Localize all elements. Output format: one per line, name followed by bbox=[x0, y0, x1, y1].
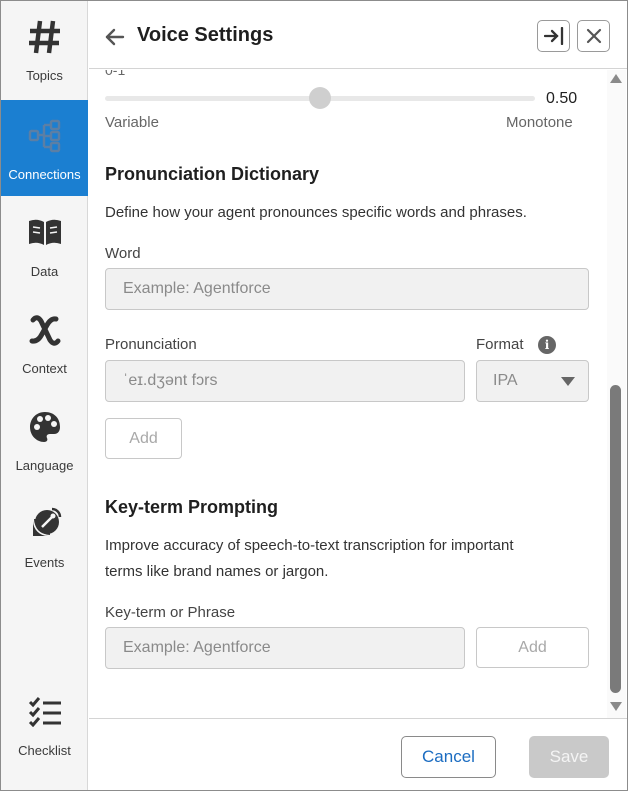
word-input[interactable]: Example: Agentforce bbox=[105, 268, 589, 310]
scrollbar-thumb[interactable] bbox=[610, 385, 621, 693]
book-icon bbox=[1, 213, 88, 253]
arrow-to-line-icon bbox=[543, 27, 563, 45]
nav-item-language[interactable]: Language bbox=[1, 391, 88, 487]
info-icon[interactable]: i bbox=[538, 336, 556, 354]
slider-left-label: Variable bbox=[105, 114, 159, 131]
keyterm-section-title: Key-term Prompting bbox=[105, 497, 279, 517]
nav-item-checklist[interactable]: Checklist bbox=[1, 676, 88, 772]
nav-item-data[interactable]: Data bbox=[1, 197, 88, 293]
left-nav-rail: Topics Connections Data Context Language… bbox=[1, 1, 88, 790]
panel-header: Voice Settings bbox=[89, 1, 627, 69]
collapse-panel-button[interactable] bbox=[537, 20, 570, 52]
slider-range-label: 0-1 bbox=[105, 70, 126, 78]
stability-slider-thumb[interactable] bbox=[309, 87, 331, 109]
page-title: Voice Settings bbox=[137, 24, 274, 46]
word-input-placeholder: Example: Agentforce bbox=[123, 280, 271, 297]
palette-icon bbox=[1, 407, 88, 447]
chevron-down-icon bbox=[561, 377, 575, 386]
pronunciation-input[interactable]: ˈeɪ.dʒənt fɔrs bbox=[105, 360, 465, 402]
nav-label-events: Events bbox=[24, 555, 65, 570]
nav-label-connections: Connections bbox=[8, 167, 81, 182]
close-button[interactable] bbox=[577, 20, 610, 52]
nav-item-connections[interactable]: Connections bbox=[1, 100, 88, 196]
nav-label-data: Data bbox=[30, 264, 59, 279]
close-icon bbox=[586, 28, 601, 44]
content-scrollbar[interactable] bbox=[607, 70, 626, 718]
slider-value: 0.50 bbox=[546, 90, 578, 107]
panel-footer: Cancel Save bbox=[89, 718, 627, 790]
hash-icon bbox=[1, 17, 88, 57]
pronunciation-input-placeholder: ˈeɪ.dʒənt fɔrs bbox=[123, 372, 218, 389]
settings-content[interactable]: 0-1 0.50 Variable Monotone Pronunciation… bbox=[89, 70, 607, 718]
pronunciation-description: Define how your agent pronounces specifi… bbox=[105, 204, 527, 221]
checklist-icon bbox=[1, 692, 88, 732]
format-label: Format bbox=[476, 336, 524, 353]
nav-label-checklist: Checklist bbox=[18, 743, 71, 758]
connections-icon bbox=[1, 116, 88, 156]
nav-item-context[interactable]: Context bbox=[1, 294, 88, 390]
keyterm-description-line2: terms like brand names or jargon. bbox=[105, 563, 329, 580]
pronunciation-section-title: Pronunciation Dictionary bbox=[105, 164, 320, 184]
slider-right-label: Monotone bbox=[506, 114, 573, 131]
add-keyterm-button[interactable]: Add bbox=[476, 627, 589, 668]
back-arrow-icon[interactable] bbox=[103, 25, 127, 49]
format-select[interactable]: IPA bbox=[476, 360, 589, 402]
nav-label-topics: Topics bbox=[26, 68, 63, 83]
keyterm-description-line1: Improve accuracy of speech-to-text trans… bbox=[105, 537, 514, 554]
nav-item-topics[interactable]: Topics bbox=[1, 1, 88, 97]
word-label: Word bbox=[105, 245, 141, 262]
keyterm-label: Key-term or Phrase bbox=[105, 604, 236, 621]
keyterm-input[interactable]: Example: Agentforce bbox=[105, 627, 465, 669]
scroll-up-arrow-icon[interactable] bbox=[610, 74, 622, 83]
keyterm-input-placeholder: Example: Agentforce bbox=[123, 639, 271, 656]
nav-label-language: Language bbox=[15, 458, 74, 473]
nav-item-events[interactable]: Events bbox=[1, 488, 88, 584]
format-select-value: IPA bbox=[493, 372, 518, 389]
save-button[interactable]: Save bbox=[529, 736, 609, 778]
variable-x-icon bbox=[1, 310, 88, 350]
add-pronunciation-button[interactable]: Add bbox=[105, 418, 182, 459]
nav-label-context: Context bbox=[22, 361, 67, 376]
pronunciation-label: Pronunciation bbox=[105, 336, 197, 353]
satellite-icon bbox=[1, 504, 88, 544]
scroll-down-arrow-icon[interactable] bbox=[610, 702, 622, 711]
cancel-button[interactable]: Cancel bbox=[401, 736, 496, 778]
